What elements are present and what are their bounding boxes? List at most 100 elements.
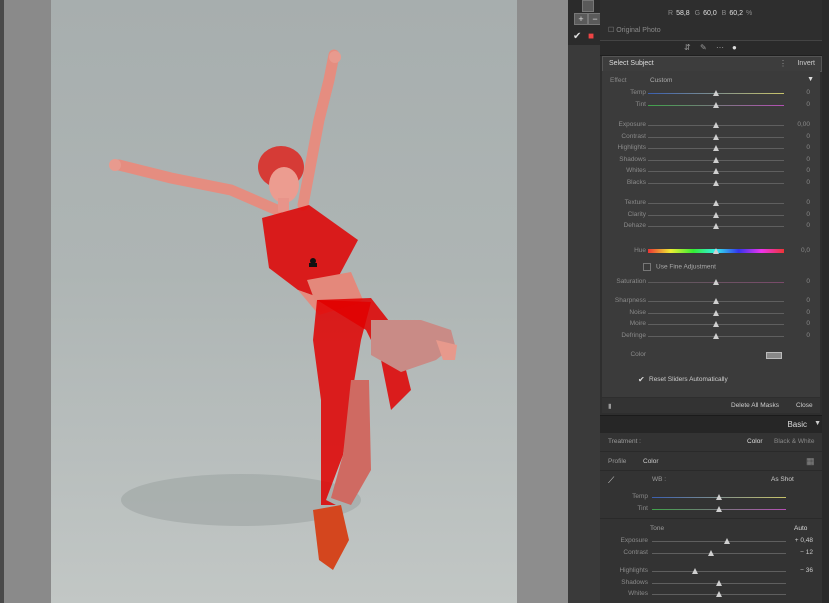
exposure-thumb[interactable] xyxy=(713,122,719,128)
exposure-slider-row[interactable]: Exposure 0,00 xyxy=(602,120,820,131)
temp-slider-row[interactable]: Temp 0 xyxy=(602,88,820,99)
highlights-slider-row[interactable]: Highlights − 36 xyxy=(600,566,829,577)
reset-sliders-checkbox[interactable]: ✔ Reset Sliders Automatically xyxy=(638,375,728,384)
photo-canvas[interactable] xyxy=(0,0,568,603)
clarity-thumb[interactable] xyxy=(713,211,719,218)
temp-thumb[interactable] xyxy=(716,494,722,500)
treatment-bw-option[interactable]: Black & White xyxy=(774,438,814,445)
tint-thumb[interactable] xyxy=(716,506,722,512)
whites-slider-row[interactable]: Whites xyxy=(600,589,829,600)
tint-thumb[interactable] xyxy=(713,101,719,108)
noise-slider-row[interactable]: Noise 0 xyxy=(602,308,820,319)
tint-label: Tint xyxy=(637,505,648,512)
tint-slider-row[interactable]: Tint 0 xyxy=(602,100,820,111)
collapse-triangle-icon[interactable]: ▼ xyxy=(814,420,821,427)
temp-label: Temp xyxy=(630,89,646,96)
mask-tool-strip: + − ✔ ■ xyxy=(568,0,602,45)
defringe-slider-row[interactable]: Defringe 0 xyxy=(602,331,820,342)
collapse-triangle-icon[interactable]: ▼ xyxy=(807,76,814,83)
whites-thumb[interactable] xyxy=(716,591,722,598)
whites-value: 0 xyxy=(806,167,810,175)
original-photo-toggle[interactable]: ☐ Original Photo xyxy=(608,26,829,34)
dot-icon[interactable]: ● xyxy=(732,43,737,52)
wb-dropdown[interactable]: As Shot xyxy=(771,476,794,483)
contrast-thumb[interactable] xyxy=(713,133,719,140)
highlights-value: − 36 xyxy=(800,567,813,574)
pen-icon[interactable]: ✎ xyxy=(700,43,707,52)
dehaze-thumb[interactable] xyxy=(713,223,719,229)
contrast-slider-row[interactable]: Contrast − 12 xyxy=(600,548,829,559)
exposure-slider-row[interactable]: Exposure + 0,48 xyxy=(600,536,829,547)
moire-thumb[interactable] xyxy=(713,321,719,328)
moire-label: Moire xyxy=(629,320,646,328)
sharpness-label: Sharpness xyxy=(614,297,646,304)
shadows-thumb[interactable] xyxy=(713,156,719,163)
blacks-slider-row[interactable]: Blacks 0 xyxy=(602,178,820,189)
panel-scrollbar[interactable] xyxy=(822,0,829,603)
photo-with-mask-overlay[interactable] xyxy=(51,0,517,603)
texture-slider-row[interactable]: Texture 0 xyxy=(602,198,820,209)
blacks-thumb[interactable] xyxy=(713,180,719,186)
hue-thumb[interactable] xyxy=(713,248,719,254)
profile-dropdown[interactable]: Color xyxy=(643,458,659,465)
saturation-thumb[interactable] xyxy=(713,279,719,285)
color-swatch[interactable] xyxy=(766,352,782,359)
highlights-slider-row[interactable]: Highlights 0 xyxy=(602,143,820,154)
auto-button[interactable]: Auto xyxy=(794,525,807,532)
exposure-value: 0,00 xyxy=(797,121,810,128)
whites-thumb[interactable] xyxy=(713,168,719,175)
add-mask-icon[interactable]: + xyxy=(574,13,588,25)
invert-button[interactable]: Invert xyxy=(797,60,815,67)
exposure-thumb[interactable] xyxy=(724,538,731,544)
mask-overlay-icon[interactable]: ■ xyxy=(588,31,594,42)
treatment-color-option[interactable]: Color xyxy=(747,438,763,445)
shadows-slider-row[interactable]: Shadows 0 xyxy=(602,155,820,166)
shadows-slider-row[interactable]: Shadows xyxy=(600,578,829,589)
brush-settings-icon[interactable]: ⇵ xyxy=(684,43,691,52)
basic-temp-row[interactable]: Temp xyxy=(600,492,829,503)
fine-adjustment-checkbox[interactable]: Use Fine Adjustment xyxy=(643,263,716,271)
texture-thumb[interactable] xyxy=(713,200,719,206)
profile-browser-icon[interactable]: ▦ xyxy=(806,456,815,467)
basic-tint-row[interactable]: Tint xyxy=(600,504,829,515)
more-options-icon[interactable]: ⋮ xyxy=(779,59,787,68)
dehaze-slider-row[interactable]: Dehaze 0 xyxy=(602,221,820,232)
color-label: Color xyxy=(630,351,646,358)
mask-thumbnail-icon[interactable] xyxy=(582,0,594,12)
contrast-track[interactable] xyxy=(652,552,786,554)
close-button[interactable]: Close xyxy=(796,402,813,409)
whites-slider-row[interactable]: Whites 0 xyxy=(602,166,820,177)
delete-all-masks-button[interactable]: Delete All Masks xyxy=(731,402,779,409)
clarity-slider-row[interactable]: Clarity 0 xyxy=(602,210,820,221)
hue-slider-row[interactable]: Hue 0,0 xyxy=(602,246,820,257)
wb-label: WB : xyxy=(652,476,667,483)
toggle-overlay-icon[interactable]: ▮ xyxy=(608,402,612,410)
color-swatch-row[interactable]: Color xyxy=(602,350,820,361)
noise-thumb[interactable] xyxy=(713,309,719,316)
contrast-thumb[interactable] xyxy=(707,549,714,556)
divider xyxy=(600,518,822,519)
effect-label: Effect xyxy=(610,77,627,84)
highlights-track[interactable] xyxy=(652,571,786,572)
temp-thumb[interactable] xyxy=(713,90,719,96)
mask-name-bar[interactable]: Select Subject ⋮ Invert xyxy=(602,56,822,72)
sharpness-thumb[interactable] xyxy=(713,298,719,304)
sharpness-slider-row[interactable]: Sharpness 0 xyxy=(602,296,820,307)
saturation-slider-row[interactable]: Saturation 0 xyxy=(602,277,820,288)
contrast-label: Contrast xyxy=(621,132,646,140)
defringe-thumb[interactable] xyxy=(713,332,719,339)
effect-preset-dropdown[interactable]: Custom xyxy=(650,77,672,84)
temp-value: 0 xyxy=(806,89,810,96)
exposure-track[interactable] xyxy=(652,541,786,542)
highlights-thumb[interactable] xyxy=(713,145,719,152)
basic-panel-header[interactable]: Basic ▼ xyxy=(600,415,829,434)
shadows-thumb[interactable] xyxy=(716,579,722,586)
more-icon[interactable]: ⋯ xyxy=(716,43,724,52)
checkmark-icon[interactable]: ✔ xyxy=(573,31,581,42)
eyedropper-icon[interactable]: ⟋ xyxy=(608,475,614,486)
highlights-thumb[interactable] xyxy=(691,568,698,574)
mask-footer: ▮ Delete All Masks Close xyxy=(602,398,820,413)
moire-slider-row[interactable]: Moire 0 xyxy=(602,319,820,330)
moire-value: 0 xyxy=(806,320,810,328)
contrast-slider-row[interactable]: Contrast 0 xyxy=(602,132,820,143)
